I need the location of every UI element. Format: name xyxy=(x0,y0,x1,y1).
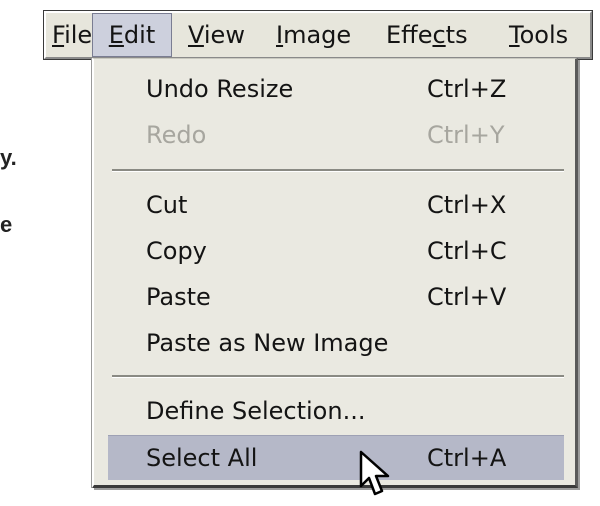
menu-edit[interactable]: Edit xyxy=(92,13,172,57)
background-text-fragment: y. xyxy=(0,145,17,170)
menu-item-select-all[interactable]: Select All Ctrl+A xyxy=(108,435,564,480)
edit-menu-dropdown: Undo Resize Ctrl+Z Redo Ctrl+Y Cut Ctrl+… xyxy=(92,58,578,488)
menu-tools[interactable]: Tools xyxy=(509,13,568,57)
menu-item-paste[interactable]: Paste Ctrl+V xyxy=(94,275,575,319)
menu-separator xyxy=(112,375,564,378)
mouse-pointer-icon xyxy=(359,450,390,496)
menu-item-copy[interactable]: Copy Ctrl+C xyxy=(94,229,575,273)
menu-item-redo: Redo Ctrl+Y xyxy=(146,121,505,149)
menu-item-paste-as-new-image[interactable]: Paste as New Image xyxy=(94,321,575,365)
menu-item-undo-resize[interactable]: Undo Resize Ctrl+Z xyxy=(94,67,575,111)
menu-item-cut[interactable]: Cut Ctrl+X xyxy=(94,183,575,227)
menu-item-define-selection[interactable]: Define Selection... xyxy=(94,389,575,433)
menu-separator xyxy=(112,169,564,172)
menu-effects[interactable]: Effects xyxy=(386,13,468,57)
background-text-fragment: e xyxy=(0,212,13,237)
menu-file[interactable]: File xyxy=(52,13,92,57)
menu-view[interactable]: View xyxy=(188,13,245,57)
menu-image[interactable]: Image xyxy=(276,13,351,57)
menu-bar: File Edit View Image Effects Tools xyxy=(44,11,592,59)
